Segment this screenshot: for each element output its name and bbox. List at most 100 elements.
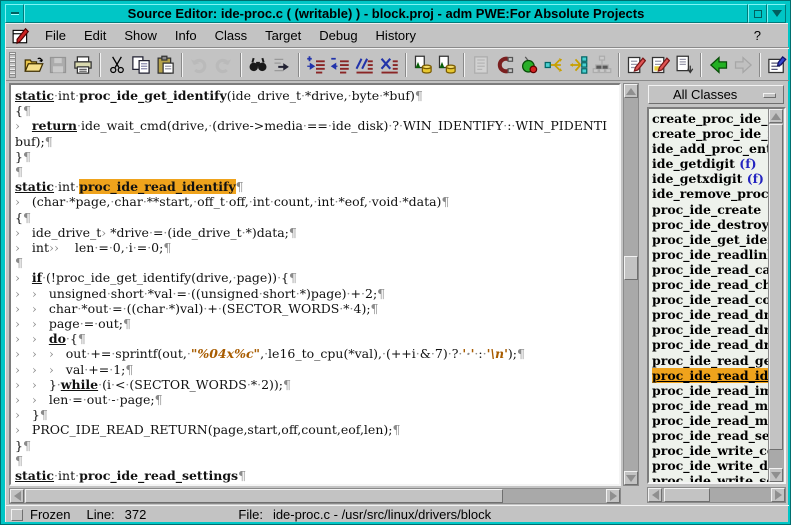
load-doc-button[interactable] [672, 52, 696, 78]
frozen-checkbox[interactable] [11, 509, 23, 521]
paste-button[interactable] [153, 52, 177, 78]
properties-button[interactable] [765, 52, 789, 78]
class-list-item[interactable]: proc_ide_destroy [652, 217, 768, 232]
scroll-down-arrow[interactable] [624, 471, 638, 485]
crossref-button[interactable] [566, 52, 590, 78]
code-line: › › len·=·out·-·page;¶ [15, 392, 619, 407]
form-pen-icon [767, 55, 787, 75]
class-list-item[interactable]: proc_ide_read_capacity [652, 262, 768, 277]
code-editor[interactable]: static·int·proc_ide_get_identify(ide_dri… [9, 83, 621, 486]
menu-info[interactable]: Info [166, 25, 206, 47]
report-button[interactable] [469, 52, 493, 78]
class-list-item[interactable]: proc_ide_write_settings [652, 473, 768, 482]
titlebar: Source Editor: ide-proc.c ( (writable) )… [5, 4, 786, 23]
class-list-item[interactable]: ide_add_proc_entries [652, 141, 768, 156]
menu-debug[interactable]: Debug [310, 25, 366, 47]
scroll-up-arrow[interactable] [624, 84, 638, 98]
class-filter-dropdown[interactable]: All Classes [648, 85, 784, 104]
uncomment-button[interactable] [376, 52, 400, 78]
class-filter-label: All Classes [673, 87, 737, 102]
hierarchy-button[interactable] [541, 52, 565, 78]
class-list-item[interactable]: proc_ide_read_config [652, 292, 768, 307]
class-list-item[interactable]: ide_remove_proc_entries [652, 186, 768, 201]
menu-show[interactable]: Show [115, 25, 166, 47]
maximize-icon [754, 10, 762, 18]
code-line: }¶ [15, 149, 619, 164]
checkout-button[interactable] [411, 52, 435, 78]
class-list-item[interactable]: proc_ide_read_dmodel [652, 307, 768, 322]
attach-button[interactable] [493, 52, 517, 78]
class-list[interactable]: create_proc_ide_drivescreate_proc_ide_in… [649, 109, 768, 482]
doc-pencil-highlight-icon [650, 55, 670, 75]
list-vscroll-thumb[interactable] [769, 124, 783, 450]
class-list-item[interactable]: ide_getxdigit (f) [652, 171, 768, 186]
scroll-right-arrow[interactable] [771, 488, 785, 502]
scroll-right-arrow[interactable] [606, 489, 620, 503]
class-list-item[interactable]: proc_ide_read_identify [652, 368, 768, 383]
forward-button[interactable] [731, 52, 755, 78]
class-list-item[interactable]: proc_ide_write_driver [652, 458, 768, 473]
class-list-item[interactable]: proc_ide_get_identify [652, 232, 768, 247]
editor-horizontal-scrollbar[interactable] [9, 488, 621, 504]
editor-vscroll-thumb[interactable] [624, 256, 638, 280]
undo-button[interactable] [187, 52, 211, 78]
class-list-item[interactable]: proc_ide_create [652, 202, 768, 217]
class-list-item[interactable]: proc_ide_read_mate [652, 398, 768, 413]
scroll-up-arrow[interactable] [769, 109, 783, 123]
source-editor-window: Source Editor: ide-proc.c ( (writable) )… [0, 0, 791, 525]
class-list-item[interactable]: create_proc_ide_drives [652, 111, 768, 126]
save-button[interactable] [46, 52, 70, 78]
list-hscroll-thumb[interactable] [664, 488, 710, 502]
redo-button[interactable] [211, 52, 235, 78]
print-button[interactable] [71, 52, 95, 78]
annotate-color-button[interactable] [648, 52, 672, 78]
class-list-item[interactable]: proc_ide_read_channel [652, 277, 768, 292]
class-list-item[interactable]: ide_getdigit (f) [652, 156, 768, 171]
class-list-item[interactable]: proc_ide_readlink [652, 247, 768, 262]
help-menu[interactable]: ? [754, 28, 789, 43]
find-button[interactable] [246, 52, 270, 78]
menu-file[interactable]: File [36, 25, 75, 47]
menu-edit[interactable]: Edit [75, 25, 115, 47]
outdent-button[interactable] [328, 52, 352, 78]
code-line: static·int·proc_ide_read_settings¶ [15, 468, 619, 483]
scroll-down-arrow[interactable] [769, 468, 783, 482]
tree-button[interactable] [590, 52, 614, 78]
class-list-item[interactable]: proc_ide_read_settings [652, 428, 768, 443]
copy-button[interactable] [129, 52, 153, 78]
marker-button[interactable] [517, 52, 541, 78]
class-list-item[interactable]: proc_ide_read_imodel [652, 383, 768, 398]
annotate-button[interactable] [624, 52, 648, 78]
scroll-left-arrow[interactable] [648, 488, 662, 502]
class-list-item[interactable]: proc_ide_read_drivers [652, 337, 768, 352]
window-menu-button[interactable] [5, 4, 24, 23]
toolbar-separator [700, 53, 702, 77]
green-left-arrow-icon [709, 55, 729, 75]
indent-button[interactable] [304, 52, 328, 78]
comment-button[interactable] [352, 52, 376, 78]
menu-history[interactable]: History [367, 25, 425, 47]
editor-vertical-scrollbar[interactable] [623, 83, 639, 486]
back-button[interactable] [706, 52, 730, 78]
goto-line-button[interactable] [270, 52, 294, 78]
maximize-button[interactable] [748, 4, 767, 23]
checkin-button[interactable] [435, 52, 459, 78]
shade-button[interactable] [767, 4, 786, 23]
editor-hscroll-thumb[interactable] [25, 489, 503, 503]
class-list-item[interactable]: create_proc_ide_interfaces [652, 126, 768, 141]
code-line: › }¶ [15, 407, 619, 422]
menu-target[interactable]: Target [256, 25, 310, 47]
class-list-item[interactable]: proc_ide_read_media [652, 413, 768, 428]
code-line: › › }·while·(i·<·(SECTOR_WORDS·*·2));¶ [15, 377, 619, 392]
scroll-left-arrow[interactable] [10, 489, 24, 503]
open-button[interactable] [22, 52, 46, 78]
list-vertical-scrollbar[interactable] [768, 109, 784, 482]
class-list-item[interactable]: proc_ide_read_driver [652, 322, 768, 337]
cut-button[interactable] [105, 52, 129, 78]
toolbar-grip[interactable] [9, 52, 16, 78]
menu-class[interactable]: Class [206, 25, 257, 47]
list-horizontal-scrollbar[interactable] [647, 487, 786, 503]
class-list-item[interactable]: proc_ide_write_config [652, 443, 768, 458]
class-list-item[interactable]: proc_ide_read_geometry [652, 353, 768, 368]
green-ball-icon [519, 55, 539, 75]
